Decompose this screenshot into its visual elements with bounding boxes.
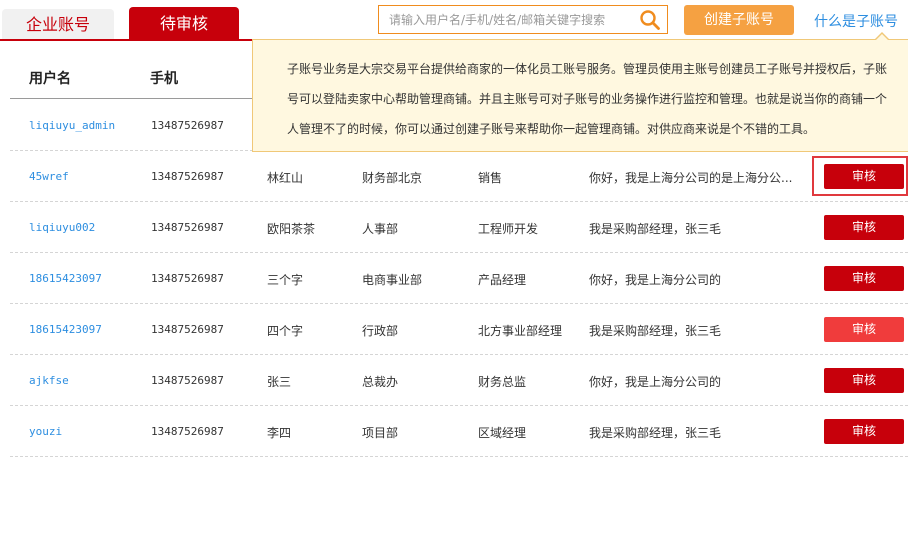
audit-button[interactable]: 审核 bbox=[824, 317, 904, 342]
phone-cell: 13487526987 bbox=[151, 272, 224, 285]
department-cell: 总裁办 bbox=[362, 375, 399, 389]
position-cell: 北方事业部经理 bbox=[478, 324, 563, 338]
search-box bbox=[378, 5, 668, 34]
department-cell: 项目部 bbox=[362, 426, 399, 440]
username-link[interactable]: youzi bbox=[29, 425, 62, 438]
name-cell: 李四 bbox=[267, 426, 292, 440]
tooltip-line: 子账号业务是大宗交易平台提供给商家的一体化员工账号服务。管理员使用主账号创建员工… bbox=[287, 62, 888, 76]
username-link[interactable]: liqiuyu002 bbox=[29, 221, 95, 234]
name-cell: 四个字 bbox=[267, 324, 304, 338]
description-cell: 我是采购部经理，张三毛 bbox=[589, 426, 722, 440]
username-link[interactable]: 45wref bbox=[29, 170, 69, 183]
phone-cell: 13487526987 bbox=[151, 374, 224, 387]
description-cell: 我是采购部经理，张三毛 bbox=[589, 222, 722, 236]
description-cell: 你好，我是上海分公司的是上海分公... bbox=[589, 171, 793, 185]
sub-account-info-tooltip: 子账号业务是大宗交易平台提供给商家的一体化员工账号服务。管理员使用主账号创建员工… bbox=[252, 39, 908, 152]
table-row: 18615423097 13487526987 三个字 电商事业部 产品经理 你… bbox=[10, 253, 908, 304]
description-cell: 我是采购部经理，张三毛 bbox=[589, 324, 722, 338]
position-cell: 工程师开发 bbox=[478, 222, 539, 236]
table-row: ajkfse 13487526987 张三 总裁办 财务总监 你好，我是上海分公… bbox=[10, 355, 908, 406]
department-cell: 财务部北京 bbox=[362, 171, 423, 185]
description-cell: 你好，我是上海分公司的 bbox=[589, 273, 722, 287]
name-cell: 三个字 bbox=[267, 273, 304, 287]
username-link[interactable]: 18615423097 bbox=[29, 323, 102, 336]
phone-cell: 13487526987 bbox=[151, 323, 224, 336]
department-cell: 人事部 bbox=[362, 222, 399, 236]
department-cell: 行政部 bbox=[362, 324, 399, 338]
table-row: 45wref 13487526987 林红山 财务部北京 销售 你好，我是上海分… bbox=[10, 151, 908, 202]
audit-button[interactable]: 审核 bbox=[824, 215, 904, 240]
description-cell: 你好，我是上海分公司的 bbox=[589, 375, 722, 389]
position-cell: 区域经理 bbox=[478, 426, 527, 440]
name-cell: 张三 bbox=[267, 375, 292, 389]
column-header-phone: 手机 bbox=[150, 71, 178, 87]
audit-button[interactable]: 审核 bbox=[824, 164, 904, 189]
position-cell: 销售 bbox=[478, 171, 503, 185]
audit-button[interactable]: 审核 bbox=[824, 368, 904, 393]
username-link[interactable]: 18615423097 bbox=[29, 272, 102, 285]
name-cell: 林红山 bbox=[267, 171, 304, 185]
table-row: youzi 13487526987 李四 项目部 区域经理 我是采购部经理，张三… bbox=[10, 406, 908, 457]
table-row: 18615423097 13487526987 四个字 行政部 北方事业部经理 … bbox=[10, 304, 908, 355]
audit-button[interactable]: 审核 bbox=[824, 266, 904, 291]
audit-button[interactable]: 审核 bbox=[824, 419, 904, 444]
position-cell: 财务总监 bbox=[478, 375, 527, 389]
department-cell: 电商事业部 bbox=[362, 273, 423, 287]
column-header-username: 用户名 bbox=[29, 71, 71, 87]
table-row: liqiuyu002 13487526987 欧阳茶茶 人事部 工程师开发 我是… bbox=[10, 202, 908, 253]
tab-enterprise-account[interactable]: 企业账号 bbox=[2, 9, 114, 40]
tooltip-line: 号可以登陆卖家中心帮助管理商铺。并且主账号可对子账号的业务操作进行监控和管理。也… bbox=[287, 92, 888, 106]
phone-cell: 13487526987 bbox=[151, 221, 224, 234]
tooltip-line: 人管理不了的时候，你可以通过创建子账号来帮助你一起管理商铺。对供应商来说是个不错… bbox=[287, 122, 816, 136]
phone-cell: 13487526987 bbox=[151, 170, 224, 183]
position-cell: 产品经理 bbox=[478, 273, 527, 287]
tooltip-arrow-inner bbox=[875, 34, 889, 41]
search-input[interactable] bbox=[379, 6, 629, 33]
create-sub-account-button[interactable]: 创建子账号 bbox=[684, 5, 794, 35]
username-link[interactable]: ajkfse bbox=[29, 374, 69, 387]
tab-pending-review[interactable]: 待审核 bbox=[129, 7, 239, 40]
what-is-sub-account-link[interactable]: 什么是子账号 bbox=[814, 11, 898, 31]
phone-cell: 13487526987 bbox=[151, 425, 224, 438]
phone-cell: 13487526987 bbox=[151, 119, 224, 132]
username-link[interactable]: liqiuyu_admin bbox=[29, 119, 115, 132]
name-cell: 欧阳茶茶 bbox=[267, 222, 316, 236]
search-icon[interactable] bbox=[639, 9, 661, 31]
